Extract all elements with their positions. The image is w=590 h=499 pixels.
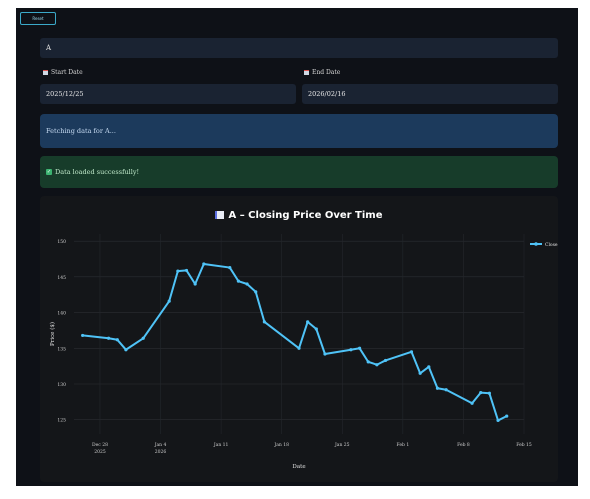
data-point [228,265,232,270]
y-tick-label: 125 [57,418,66,424]
x-tick-label: Jan 11 [213,442,229,448]
data-point [167,299,171,303]
data-point [383,358,388,363]
y-tick-label: 135 [57,346,66,352]
data-point [314,327,318,331]
x-tick-label: Jan 18 [273,442,289,448]
data-point [184,268,189,273]
y-tick-label: 150 [57,239,66,245]
price-chart[interactable]: A – Closing Price Over Time 125 130 135 140… [40,196,558,482]
x-tick-label: Feb 1 [396,442,409,448]
data-point [487,391,491,395]
y-tick-label: 145 [57,275,66,281]
data-point [115,338,119,342]
start-date-label-text: Start Date [51,69,83,76]
start-date-input[interactable]: 2025/12/25 [40,84,296,104]
y-tick-label: 140 [57,311,66,317]
data-point [444,388,448,392]
data-point [262,320,266,324]
end-date-input[interactable]: 2026/02/16 [302,84,558,104]
data-point [479,390,483,395]
data-point [470,401,474,405]
data-point [297,346,301,350]
legend-label-close: Close [545,242,558,248]
start-date-label: Start Date [43,69,83,76]
chart-canvas[interactable]: 125 130 135 140 145 150 Dec 282025 Jan 42026 Jan… [40,196,558,482]
data-point [357,346,362,350]
data-point [141,336,145,340]
y-axis-title: Price ($) [49,322,56,346]
calendar-icon [304,70,309,75]
x-tick-label: Jan 25 [334,442,350,448]
data-point [124,348,128,352]
success-message: ✓ Data loaded successfully! [40,156,558,188]
data-point [193,282,197,286]
check-icon: ✓ [46,169,52,175]
data-point [202,262,206,266]
series-line-close [82,263,508,422]
data-point [107,336,111,340]
data-point [245,282,249,286]
data-point [366,360,370,364]
app-main: Reset A Start Date End Date 2025/12/25 2… [16,8,578,486]
x-tick-label: Dec 28 [92,442,108,448]
data-point [418,371,422,375]
x-tick-label: 2026 [155,449,167,455]
data-point [323,352,327,356]
data-point [435,386,440,390]
calendar-icon [43,70,48,75]
x-tick-label: 2025 [94,449,106,455]
data-point [496,418,500,423]
x-tick-label: Feb 8 [457,442,470,448]
reset-button[interactable]: Reset [20,12,56,25]
legend-marker [534,242,538,246]
data-point [176,269,180,273]
end-date-label-text: End Date [312,69,341,76]
data-point [306,320,310,324]
x-axis-title: Date [292,464,305,470]
data-point [427,365,431,369]
x-tick-label: Jan 4 [154,442,167,448]
data-point [81,333,85,338]
data-point [349,348,353,352]
end-date-label: End Date [304,69,340,76]
y-tick-label: 130 [57,382,66,388]
data-point [236,279,241,283]
data-point [254,290,258,294]
x-tick-label: Feb 15 [516,442,532,448]
ticker-input[interactable]: A [40,38,558,58]
info-message: Fetching data for A... [40,114,558,148]
data-point [375,363,379,367]
data-point [409,350,414,354]
success-message-text: Data loaded successfully! [55,168,140,176]
data-point [505,414,509,418]
